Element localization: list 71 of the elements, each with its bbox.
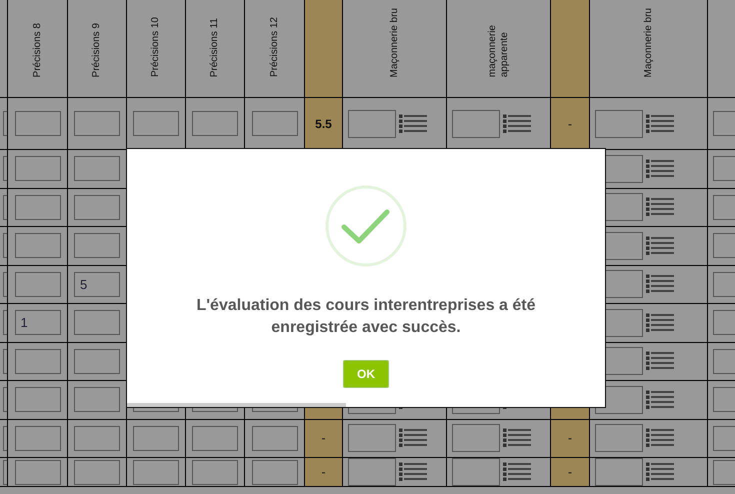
score-text: 5.5 (315, 116, 332, 130)
input-field[interactable] (14, 233, 60, 258)
list-icon[interactable] (645, 390, 675, 410)
input-field[interactable]: 1 (14, 310, 60, 336)
input-field[interactable] (74, 111, 120, 136)
input-field[interactable] (348, 458, 396, 486)
column-header: Précisions 12 (268, 16, 280, 77)
input-field[interactable] (252, 426, 298, 451)
input-field[interactable] (74, 194, 120, 220)
input-field[interactable] (74, 348, 120, 374)
column-header: Précisions 10 (150, 16, 162, 77)
input-field[interactable] (14, 348, 60, 374)
input-field[interactable] (74, 156, 120, 182)
list-icon[interactable] (398, 114, 428, 134)
list-icon[interactable] (645, 274, 675, 294)
input-field[interactable] (252, 460, 298, 484)
list-icon[interactable] (645, 351, 675, 372)
column-header: Précisions 8 (32, 22, 44, 77)
input-field[interactable] (14, 426, 60, 451)
input-field[interactable] (595, 458, 643, 486)
success-message: L'évaluation des cours interentreprises a été enregistrée avec succès. (195, 296, 537, 338)
input-field[interactable] (133, 111, 179, 136)
input-field[interactable] (192, 460, 238, 484)
list-icon[interactable] (502, 462, 532, 482)
input-field[interactable] (14, 387, 60, 412)
score-text: - (322, 465, 326, 479)
column-header: Maçonnerie bru (388, 8, 400, 77)
input-field[interactable]: 5 (74, 272, 120, 297)
list-icon[interactable] (645, 114, 675, 134)
input-field[interactable] (595, 110, 643, 138)
list-icon[interactable] (398, 428, 428, 448)
list-icon[interactable] (645, 462, 675, 482)
score-text: - (568, 116, 572, 130)
list-icon[interactable] (645, 158, 675, 179)
input-field[interactable] (192, 111, 238, 136)
list-icon[interactable] (502, 114, 532, 134)
list-icon[interactable] (645, 197, 675, 218)
input-field[interactable] (252, 111, 298, 136)
input-field[interactable] (133, 426, 179, 451)
input-field[interactable] (14, 460, 60, 484)
list-icon[interactable] (398, 462, 428, 482)
input-field[interactable] (192, 426, 238, 451)
input-field[interactable] (14, 194, 60, 220)
list-icon[interactable] (645, 428, 675, 448)
input-field[interactable] (348, 110, 396, 138)
input-field[interactable] (74, 310, 120, 336)
list-icon[interactable] (502, 428, 532, 448)
input-field[interactable] (14, 272, 60, 297)
check-icon (325, 185, 407, 267)
input-field[interactable] (74, 387, 120, 412)
column-header: Maçonnerie bru (642, 8, 654, 77)
input-field[interactable] (74, 460, 120, 484)
input-field[interactable] (452, 110, 500, 138)
column-header: maçonnerie apparente (486, 24, 510, 77)
column-header: Précisions 9 (91, 22, 103, 77)
input-field[interactable] (133, 460, 179, 484)
score-text: - (568, 431, 572, 446)
input-field[interactable] (348, 424, 396, 452)
input-field[interactable] (14, 156, 60, 182)
list-icon[interactable] (645, 312, 675, 333)
input-field[interactable] (452, 424, 500, 452)
input-field[interactable] (452, 458, 500, 486)
input-field[interactable] (74, 233, 120, 258)
list-icon[interactable] (645, 236, 675, 256)
input-field[interactable] (14, 111, 60, 136)
input-field[interactable] (595, 424, 643, 452)
column-header: Précisions 11 (209, 18, 221, 77)
scrollbar[interactable] (127, 403, 346, 407)
score-text: - (568, 465, 572, 479)
score-text: - (322, 431, 326, 446)
input-field[interactable] (74, 426, 120, 451)
